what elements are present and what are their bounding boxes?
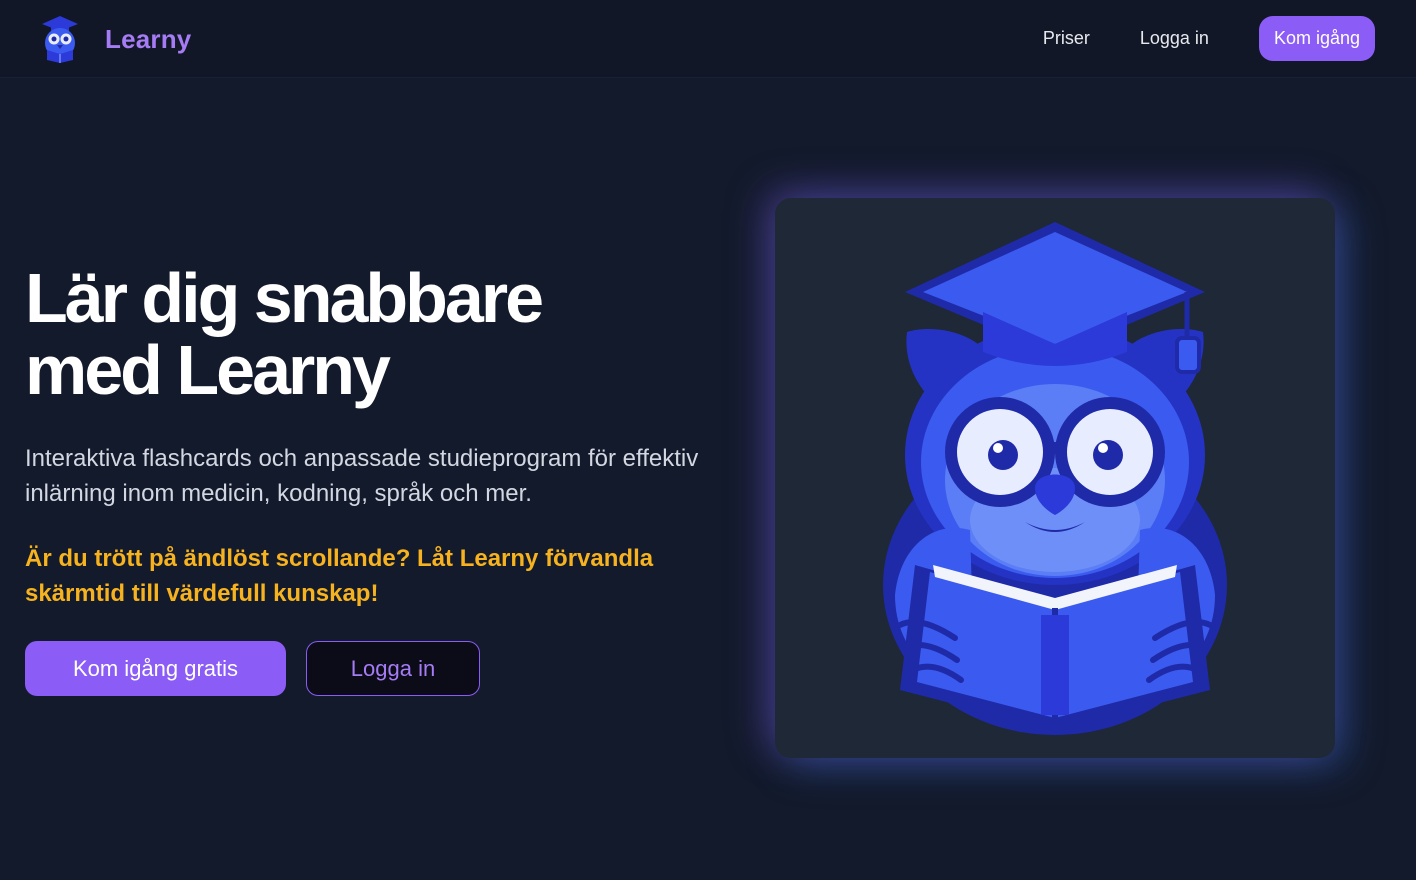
- hero-title: Lär dig snabbare med Learny: [25, 262, 725, 406]
- nav-link-login[interactable]: Logga in: [1140, 28, 1209, 49]
- owl-reading-book-illustration: [883, 222, 1227, 735]
- nav-links: Priser Logga in Kom igång: [1043, 16, 1375, 61]
- nav-link-pricing[interactable]: Priser: [1043, 28, 1090, 49]
- brand[interactable]: Learny: [38, 14, 191, 64]
- login-button[interactable]: Logga in: [306, 641, 480, 696]
- hero-highlight: Är du trött på ändlöst scrollande? Låt L…: [25, 545, 654, 607]
- hero-title-line-1: Lär dig snabbare: [25, 259, 544, 337]
- owl-logo-icon: [42, 16, 78, 63]
- hero-description: Interaktiva flashcards och anpassade stu…: [25, 445, 699, 507]
- hero-title-line-2: med Learny: [25, 331, 391, 409]
- illustration-card: [775, 198, 1335, 758]
- get-started-free-button[interactable]: Kom igång gratis: [25, 641, 286, 696]
- get-started-button[interactable]: Kom igång: [1258, 16, 1375, 61]
- brand-name: Learny: [105, 23, 192, 54]
- top-navigation: Learny Priser Logga in Kom igång: [0, 0, 1416, 78]
